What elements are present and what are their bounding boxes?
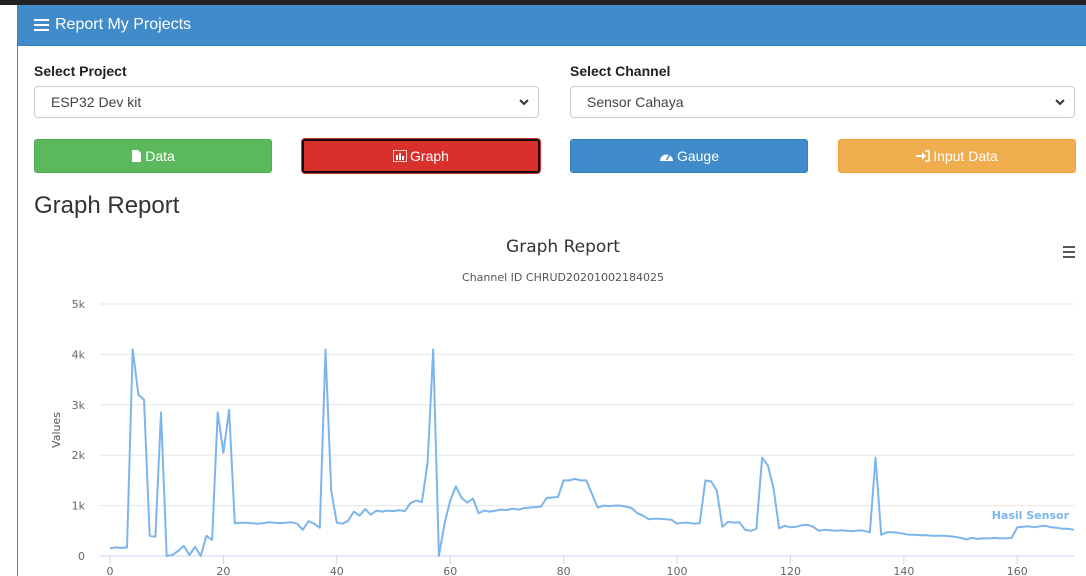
y-tick-label: 1k [72,500,86,513]
gauge-button[interactable]: Gauge [570,139,808,173]
y-tick-label: 5k [72,298,86,311]
select-channel-label: Select Channel [570,63,671,79]
section-title: Graph Report [34,192,180,219]
graph-button[interactable]: Graph [302,139,540,173]
select-channel-value: Sensor Cahaya [587,94,684,110]
input-data-button-label: Input Data [933,148,998,164]
graph-button-label: Graph [410,148,449,164]
line-chart: Graph Report Channel ID CHRUD20201002184… [50,237,1075,576]
sign-in-icon [916,150,930,162]
input-data-button[interactable]: Input Data [838,139,1076,173]
select-project-dropdown[interactable]: ESP32 Dev kit [34,86,539,118]
select-project-value: ESP32 Dev kit [51,94,142,110]
y-axis-title: Values [50,412,63,448]
y-tick-label: 0 [78,550,85,563]
x-tick-label: 20 [216,565,230,576]
y-tick-label: 4k [72,348,86,361]
x-tick-label: 0 [107,565,114,576]
x-tick-label: 100 [667,565,688,576]
list-icon [34,19,49,31]
x-tick-label: 160 [1007,565,1028,576]
x-tick-label: 120 [780,565,801,576]
chart-title: Graph Report [506,237,620,257]
y-tick-label: 3k [72,399,86,412]
panel-heading: Report My Projects [18,5,1086,46]
x-tick-label: 80 [557,565,571,576]
hamburger-menu-icon[interactable] [1063,246,1075,258]
x-tick-label: 60 [443,565,457,576]
select-channel-dropdown[interactable]: Sensor Cahaya [570,86,1075,118]
series-line-hasil-sensor [109,348,1075,557]
y-tick-label: 2k [72,449,86,462]
data-button-label: Data [145,148,175,164]
dashboard-icon [659,154,673,161]
bar-chart-icon [393,150,408,162]
x-tick-label: 40 [330,565,344,576]
series-label: Hasil Sensor [992,509,1070,522]
data-button[interactable]: Data [34,139,272,173]
file-icon [132,150,142,162]
chevron-down-icon [1055,99,1065,106]
chevron-down-icon [519,99,529,106]
report-panel: Report My Projects Select Project ESP32 … [17,5,1086,576]
gauge-button-label: Gauge [676,148,720,164]
x-tick-label: 140 [893,565,914,576]
panel-title: Report My Projects [55,16,192,33]
select-project-label: Select Project [34,63,127,79]
chart-subtitle: Channel ID CHRUD20201002184025 [462,271,664,284]
